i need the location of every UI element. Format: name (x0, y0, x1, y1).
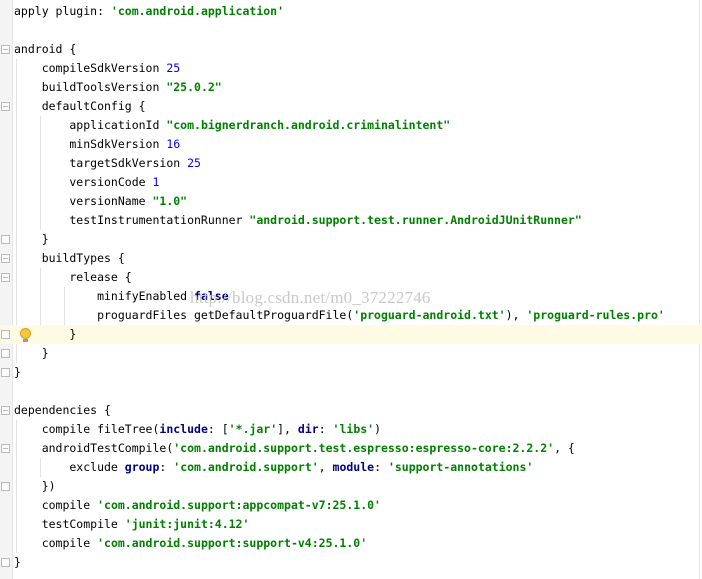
fold-marker-icon[interactable] (1, 558, 10, 567)
fold-marker-icon[interactable] (1, 406, 10, 415)
code-line-text: compileSdkVersion 25 (14, 61, 181, 75)
code-line[interactable]: buildToolsVersion "25.0.2" (0, 78, 702, 97)
code-line-text: dependencies { (14, 403, 111, 417)
lightbulb-icon[interactable] (20, 328, 31, 342)
fold-marker-icon[interactable] (1, 273, 10, 282)
code-line-text: }) (14, 479, 56, 493)
fold-marker-icon[interactable] (1, 368, 10, 377)
code-line-text: targetSdkVersion 25 (14, 156, 201, 170)
code-line-text: compile fileTree(include: ['*.jar'], dir… (14, 422, 382, 436)
code-line-text: buildToolsVersion "25.0.2" (14, 80, 222, 94)
code-line[interactable]: }) (0, 477, 702, 496)
fold-marker-icon[interactable] (1, 349, 10, 358)
watermark: http://blog.csdn.net/m0_37222746 (190, 288, 431, 307)
code-line[interactable]: minSdkVersion 16 (0, 135, 702, 154)
code-line[interactable]: exclude group: 'com.android.support', mo… (0, 458, 702, 477)
code-line-text: androidTestCompile('com.android.support.… (14, 441, 575, 455)
code-line-text: buildTypes { (14, 251, 125, 265)
code-line[interactable]: } (0, 230, 702, 249)
code-line-text: defaultConfig { (14, 99, 146, 113)
code-line[interactable]: compile fileTree(include: ['*.jar'], dir… (0, 420, 702, 439)
code-line[interactable]: } (0, 325, 702, 344)
code-line-text: } (14, 346, 49, 360)
code-editor[interactable]: apply plugin: 'com.android.application' a… (0, 0, 702, 579)
code-line[interactable]: testInstrumentationRunner "android.suppo… (0, 211, 702, 230)
code-line-text: proguardFiles getDefaultProguardFile('pr… (14, 308, 665, 322)
fold-marker-icon[interactable] (1, 45, 10, 54)
code-line-text: applicationId "com.bignerdranch.android.… (14, 118, 451, 132)
code-line[interactable]: release { (0, 268, 702, 287)
code-line[interactable]: compileSdkVersion 25 (0, 59, 702, 78)
code-line[interactable]: defaultConfig { (0, 97, 702, 116)
fold-marker-icon[interactable] (1, 444, 10, 453)
code-line[interactable]: apply plugin: 'com.android.application' (0, 2, 702, 21)
code-line-text: } (14, 365, 21, 379)
code-line-text: testCompile 'junit:junit:4.12' (14, 517, 250, 531)
code-line[interactable]: testCompile 'junit:junit:4.12' (0, 515, 702, 534)
code-line[interactable]: buildTypes { (0, 249, 702, 268)
code-line-text: compile 'com.android.support:support-v4:… (14, 536, 368, 550)
code-line-text: apply plugin: 'com.android.application' (14, 4, 285, 18)
code-line[interactable]: } (0, 553, 702, 572)
code-line[interactable] (0, 382, 702, 401)
code-line-text: testInstrumentationRunner "android.suppo… (14, 213, 582, 227)
code-line-text: minSdkVersion 16 (14, 137, 181, 151)
code-line-text: versionCode 1 (14, 175, 160, 189)
code-line[interactable]: versionName "1.0" (0, 192, 702, 211)
code-line[interactable]: androidTestCompile('com.android.support.… (0, 439, 702, 458)
fold-marker-icon[interactable] (1, 254, 10, 263)
code-line-text: } (14, 555, 21, 569)
fold-marker-icon[interactable] (1, 235, 10, 244)
fold-marker-icon[interactable] (1, 482, 10, 491)
code-line[interactable]: compile 'com.android.support:support-v4:… (0, 534, 702, 553)
code-line[interactable] (0, 21, 702, 40)
code-line[interactable]: } (0, 344, 702, 363)
code-line[interactable]: targetSdkVersion 25 (0, 154, 702, 173)
code-line-text: android { (14, 42, 77, 56)
code-line-text: release { (14, 270, 132, 284)
code-line[interactable]: compile 'com.android.support:appcompat-v… (0, 496, 702, 515)
fold-marker-icon[interactable] (1, 102, 10, 111)
code-line[interactable]: android { (0, 40, 702, 59)
code-line-text: versionName "1.0" (14, 194, 188, 208)
code-line-text: exclude group: 'com.android.support', mo… (14, 460, 534, 474)
code-line[interactable]: applicationId "com.bignerdranch.android.… (0, 116, 702, 135)
code-line-text: compile 'com.android.support:appcompat-v… (14, 498, 381, 512)
code-line[interactable]: } (0, 363, 702, 382)
fold-marker-icon[interactable] (1, 330, 10, 339)
code-line[interactable]: dependencies { (0, 401, 702, 420)
code-line[interactable]: proguardFiles getDefaultProguardFile('pr… (0, 306, 702, 325)
code-line[interactable]: versionCode 1 (0, 173, 702, 192)
code-line-text: } (14, 232, 49, 246)
